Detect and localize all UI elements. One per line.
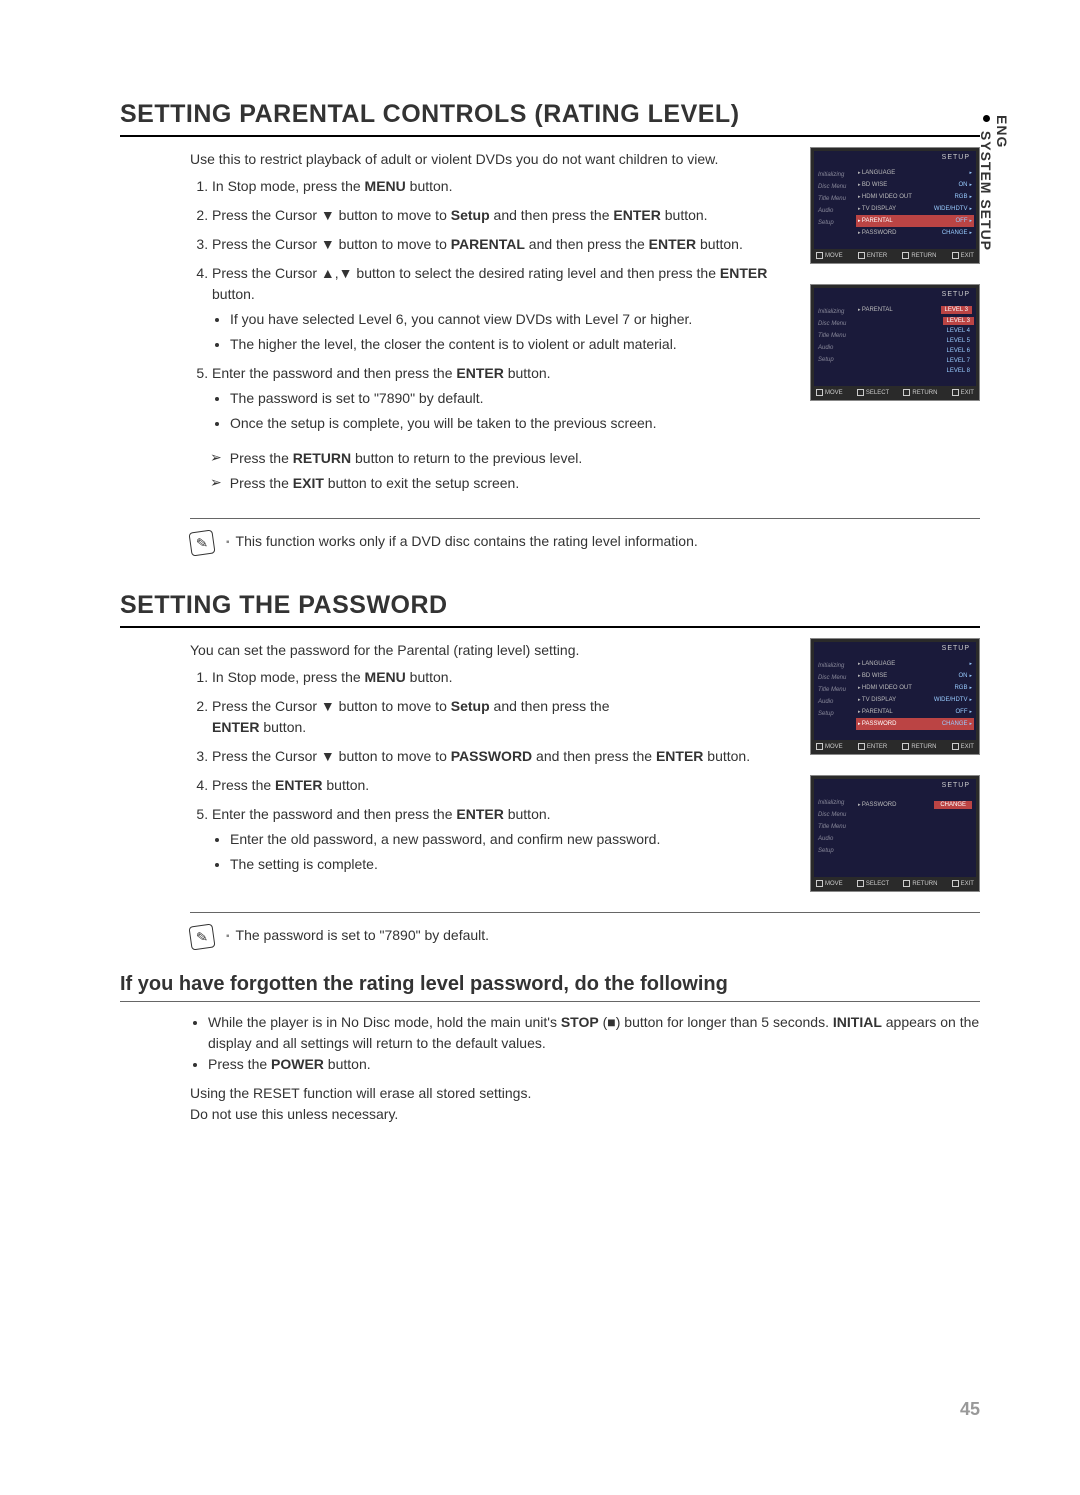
s1-step4-sub2: The higher the level, the closer the con… — [230, 334, 790, 355]
s1-step1: In Stop mode, press the MENU button. — [212, 176, 790, 197]
screenshot-setup-parental: SETUP InitializingDisc MenuTitle MenuAud… — [810, 147, 980, 264]
section-tab: SYSTEM SETUP — [978, 115, 994, 251]
s2-step5-sub2: The setting is complete. — [230, 854, 790, 875]
s1-step3: Press the Cursor ▼ button to move to PAR… — [212, 234, 790, 255]
s2-note: The password is set to "7890" by default… — [226, 925, 489, 946]
footer-enter: ENTER — [858, 743, 887, 750]
forgot-tail1: Using the RESET function will erase all … — [190, 1083, 980, 1104]
footer-move: MOVE — [816, 389, 843, 396]
s2-step1: In Stop mode, press the MENU button. — [212, 667, 790, 688]
screenshot-password-change: SETUP InitializingDisc MenuTitle MenuAud… — [810, 775, 980, 892]
forgot-list: While the player is in No Disc mode, hol… — [190, 1012, 980, 1075]
footer-return: RETURN — [902, 252, 936, 259]
section2-steps: In Stop mode, press the MENU button. Pre… — [190, 667, 790, 875]
footer-exit: EXIT — [952, 743, 974, 750]
s1-step5-sub2: Once the setup is complete, you will be … — [230, 413, 790, 434]
screenshot-levels: SETUP InitializingDisc MenuTitle MenuAud… — [810, 284, 980, 401]
screenshot-setup-password: SETUP InitializingDisc MenuTitle MenuAud… — [810, 638, 980, 755]
s1-step5: Enter the password and then press the EN… — [212, 363, 790, 434]
section2-intro: You can set the password for the Parenta… — [120, 640, 790, 661]
footer-move: MOVE — [816, 252, 843, 259]
footer-return: RETURN — [903, 389, 937, 396]
s2-step4: Press the ENTER button. — [212, 775, 790, 796]
s1-pointer2: ➢ Press the EXIT button to exit the setu… — [210, 473, 790, 494]
forgot-heading: If you have forgotten the rating level p… — [120, 973, 980, 1002]
footer-return: RETURN — [903, 880, 937, 887]
shot-title: SETUP — [942, 782, 970, 789]
section1-heading: SETTING PARENTAL CONTROLS (RATING LEVEL) — [120, 100, 980, 137]
footer-enter: ENTER — [858, 252, 887, 259]
s2-step5-sub1: Enter the old password, a new password, … — [230, 829, 790, 850]
forgot-b2: Press the POWER button. — [208, 1054, 980, 1075]
lang-tab: ENG — [994, 115, 1010, 191]
section-tab-label: SYSTEM SETUP — [978, 131, 994, 251]
s2-step3: Press the Cursor ▼ button to move to PAS… — [212, 746, 790, 767]
s1-step5-sub1: The password is set to "7890" by default… — [230, 388, 790, 409]
footer-exit: EXIT — [952, 880, 974, 887]
forgot-tail2: Do not use this unless necessary. — [190, 1104, 980, 1125]
footer-move: MOVE — [816, 743, 843, 750]
s1-pointer1: ➢ Press the RETURN button to return to t… — [210, 448, 790, 469]
s2-step5: Enter the password and then press the EN… — [212, 804, 790, 875]
shot-title: SETUP — [942, 154, 970, 161]
section1-steps: In Stop mode, press the MENU button. Pre… — [190, 176, 790, 434]
note-icon: ✎ — [188, 924, 215, 951]
s1-step2: Press the Cursor ▼ button to move to Set… — [212, 205, 790, 226]
footer-select: SELECT — [857, 880, 889, 887]
footer-select: SELECT — [857, 389, 889, 396]
s2-step2: Press the Cursor ▼ button to move to Set… — [212, 696, 790, 738]
shot-title: SETUP — [942, 291, 970, 298]
section1-intro: Use this to restrict playback of adult o… — [120, 149, 790, 170]
shot-title: SETUP — [942, 645, 970, 652]
forgot-b1: While the player is in No Disc mode, hol… — [208, 1012, 980, 1054]
s1-step4: Press the Cursor ▲,▼ button to select th… — [212, 263, 790, 355]
pointer-icon: ➢ — [210, 473, 222, 493]
note-icon: ✎ — [188, 529, 215, 556]
s1-step4-sub1: If you have selected Level 6, you cannot… — [230, 309, 790, 330]
side-tab: ENG SYSTEM SETUP — [978, 115, 1010, 251]
footer-return: RETURN — [902, 743, 936, 750]
page-number: 45 — [960, 1399, 980, 1420]
footer-exit: EXIT — [952, 252, 974, 259]
s1-note: This function works only if a DVD disc c… — [226, 531, 698, 552]
section2-heading: SETTING THE PASSWORD — [120, 591, 980, 628]
footer-exit: EXIT — [952, 389, 974, 396]
pointer-icon: ➢ — [210, 448, 222, 468]
footer-move: MOVE — [816, 880, 843, 887]
